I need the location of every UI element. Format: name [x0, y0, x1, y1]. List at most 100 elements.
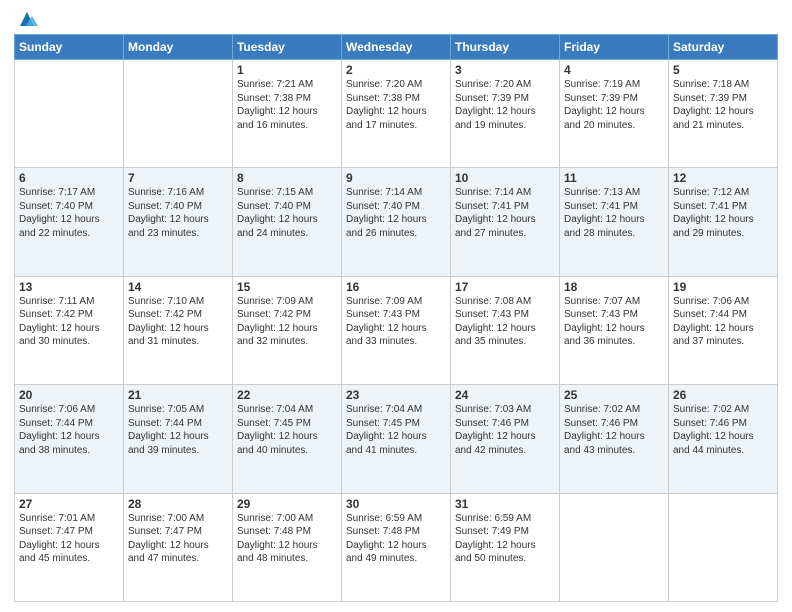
day-number: 5 [673, 63, 773, 77]
cell-text: Sunrise: 7:03 AMSunset: 7:46 PMDaylight:… [455, 403, 555, 457]
cell-text: Sunrise: 7:19 AMSunset: 7:39 PMDaylight:… [564, 78, 664, 132]
calendar-cell: 1Sunrise: 7:21 AMSunset: 7:38 PMDaylight… [233, 60, 342, 168]
calendar-header-thursday: Thursday [451, 35, 560, 60]
day-number: 25 [564, 388, 664, 402]
cell-text: Sunrise: 7:21 AMSunset: 7:38 PMDaylight:… [237, 78, 337, 132]
cell-text: Sunrise: 7:04 AMSunset: 7:45 PMDaylight:… [237, 403, 337, 457]
calendar-cell: 15Sunrise: 7:09 AMSunset: 7:42 PMDayligh… [233, 276, 342, 384]
calendar-cell [15, 60, 124, 168]
calendar-header-friday: Friday [560, 35, 669, 60]
calendar-cell: 5Sunrise: 7:18 AMSunset: 7:39 PMDaylight… [669, 60, 778, 168]
calendar-cell: 4Sunrise: 7:19 AMSunset: 7:39 PMDaylight… [560, 60, 669, 168]
calendar-cell: 14Sunrise: 7:10 AMSunset: 7:42 PMDayligh… [124, 276, 233, 384]
day-number: 16 [346, 280, 446, 294]
day-number: 24 [455, 388, 555, 402]
header [14, 10, 778, 28]
calendar-header-wednesday: Wednesday [342, 35, 451, 60]
day-number: 12 [673, 171, 773, 185]
calendar-header-row: SundayMondayTuesdayWednesdayThursdayFrid… [15, 35, 778, 60]
day-number: 30 [346, 497, 446, 511]
calendar-header-tuesday: Tuesday [233, 35, 342, 60]
calendar-cell: 23Sunrise: 7:04 AMSunset: 7:45 PMDayligh… [342, 385, 451, 493]
cell-text: Sunrise: 7:20 AMSunset: 7:39 PMDaylight:… [455, 78, 555, 132]
calendar-cell: 13Sunrise: 7:11 AMSunset: 7:42 PMDayligh… [15, 276, 124, 384]
calendar-week-1: 6Sunrise: 7:17 AMSunset: 7:40 PMDaylight… [15, 168, 778, 276]
day-number: 3 [455, 63, 555, 77]
cell-text: Sunrise: 7:02 AMSunset: 7:46 PMDaylight:… [564, 403, 664, 457]
cell-text: Sunrise: 7:04 AMSunset: 7:45 PMDaylight:… [346, 403, 446, 457]
cell-text: Sunrise: 7:08 AMSunset: 7:43 PMDaylight:… [455, 295, 555, 349]
calendar-cell [669, 493, 778, 601]
cell-text: Sunrise: 7:12 AMSunset: 7:41 PMDaylight:… [673, 186, 773, 240]
day-number: 1 [237, 63, 337, 77]
calendar-cell: 6Sunrise: 7:17 AMSunset: 7:40 PMDaylight… [15, 168, 124, 276]
calendar-header-saturday: Saturday [669, 35, 778, 60]
day-number: 6 [19, 171, 119, 185]
calendar-cell: 18Sunrise: 7:07 AMSunset: 7:43 PMDayligh… [560, 276, 669, 384]
calendar-cell: 10Sunrise: 7:14 AMSunset: 7:41 PMDayligh… [451, 168, 560, 276]
calendar-cell: 22Sunrise: 7:04 AMSunset: 7:45 PMDayligh… [233, 385, 342, 493]
cell-text: Sunrise: 7:13 AMSunset: 7:41 PMDaylight:… [564, 186, 664, 240]
calendar-cell: 16Sunrise: 7:09 AMSunset: 7:43 PMDayligh… [342, 276, 451, 384]
calendar-cell: 3Sunrise: 7:20 AMSunset: 7:39 PMDaylight… [451, 60, 560, 168]
calendar-cell: 27Sunrise: 7:01 AMSunset: 7:47 PMDayligh… [15, 493, 124, 601]
day-number: 4 [564, 63, 664, 77]
cell-text: Sunrise: 7:18 AMSunset: 7:39 PMDaylight:… [673, 78, 773, 132]
calendar-week-0: 1Sunrise: 7:21 AMSunset: 7:38 PMDaylight… [15, 60, 778, 168]
cell-text: Sunrise: 7:14 AMSunset: 7:40 PMDaylight:… [346, 186, 446, 240]
cell-text: Sunrise: 7:16 AMSunset: 7:40 PMDaylight:… [128, 186, 228, 240]
day-number: 14 [128, 280, 228, 294]
calendar-cell [124, 60, 233, 168]
cell-text: Sunrise: 7:06 AMSunset: 7:44 PMDaylight:… [19, 403, 119, 457]
cell-text: Sunrise: 7:10 AMSunset: 7:42 PMDaylight:… [128, 295, 228, 349]
day-number: 31 [455, 497, 555, 511]
day-number: 8 [237, 171, 337, 185]
calendar-cell: 24Sunrise: 7:03 AMSunset: 7:46 PMDayligh… [451, 385, 560, 493]
day-number: 10 [455, 171, 555, 185]
cell-text: Sunrise: 7:06 AMSunset: 7:44 PMDaylight:… [673, 295, 773, 349]
logo [14, 10, 38, 28]
day-number: 11 [564, 171, 664, 185]
calendar-week-2: 13Sunrise: 7:11 AMSunset: 7:42 PMDayligh… [15, 276, 778, 384]
calendar-week-3: 20Sunrise: 7:06 AMSunset: 7:44 PMDayligh… [15, 385, 778, 493]
cell-text: Sunrise: 7:09 AMSunset: 7:42 PMDaylight:… [237, 295, 337, 349]
calendar-cell [560, 493, 669, 601]
day-number: 20 [19, 388, 119, 402]
cell-text: Sunrise: 7:09 AMSunset: 7:43 PMDaylight:… [346, 295, 446, 349]
calendar-week-4: 27Sunrise: 7:01 AMSunset: 7:47 PMDayligh… [15, 493, 778, 601]
cell-text: Sunrise: 6:59 AMSunset: 7:49 PMDaylight:… [455, 512, 555, 566]
day-number: 17 [455, 280, 555, 294]
day-number: 21 [128, 388, 228, 402]
cell-text: Sunrise: 7:17 AMSunset: 7:40 PMDaylight:… [19, 186, 119, 240]
day-number: 22 [237, 388, 337, 402]
cell-text: Sunrise: 6:59 AMSunset: 7:48 PMDaylight:… [346, 512, 446, 566]
day-number: 19 [673, 280, 773, 294]
cell-text: Sunrise: 7:07 AMSunset: 7:43 PMDaylight:… [564, 295, 664, 349]
cell-text: Sunrise: 7:14 AMSunset: 7:41 PMDaylight:… [455, 186, 555, 240]
day-number: 18 [564, 280, 664, 294]
cell-text: Sunrise: 7:02 AMSunset: 7:46 PMDaylight:… [673, 403, 773, 457]
day-number: 2 [346, 63, 446, 77]
cell-text: Sunrise: 7:20 AMSunset: 7:38 PMDaylight:… [346, 78, 446, 132]
logo-icon [16, 8, 38, 30]
calendar-cell: 29Sunrise: 7:00 AMSunset: 7:48 PMDayligh… [233, 493, 342, 601]
calendar-cell: 21Sunrise: 7:05 AMSunset: 7:44 PMDayligh… [124, 385, 233, 493]
calendar-cell: 12Sunrise: 7:12 AMSunset: 7:41 PMDayligh… [669, 168, 778, 276]
calendar-cell: 28Sunrise: 7:00 AMSunset: 7:47 PMDayligh… [124, 493, 233, 601]
day-number: 7 [128, 171, 228, 185]
cell-text: Sunrise: 7:15 AMSunset: 7:40 PMDaylight:… [237, 186, 337, 240]
day-number: 13 [19, 280, 119, 294]
calendar-cell: 2Sunrise: 7:20 AMSunset: 7:38 PMDaylight… [342, 60, 451, 168]
cell-text: Sunrise: 7:11 AMSunset: 7:42 PMDaylight:… [19, 295, 119, 349]
day-number: 27 [19, 497, 119, 511]
calendar-cell: 25Sunrise: 7:02 AMSunset: 7:46 PMDayligh… [560, 385, 669, 493]
cell-text: Sunrise: 7:00 AMSunset: 7:47 PMDaylight:… [128, 512, 228, 566]
calendar-cell: 19Sunrise: 7:06 AMSunset: 7:44 PMDayligh… [669, 276, 778, 384]
day-number: 26 [673, 388, 773, 402]
day-number: 29 [237, 497, 337, 511]
calendar-cell: 9Sunrise: 7:14 AMSunset: 7:40 PMDaylight… [342, 168, 451, 276]
calendar-cell: 7Sunrise: 7:16 AMSunset: 7:40 PMDaylight… [124, 168, 233, 276]
day-number: 9 [346, 171, 446, 185]
page: SundayMondayTuesdayWednesdayThursdayFrid… [0, 0, 792, 612]
calendar-cell: 20Sunrise: 7:06 AMSunset: 7:44 PMDayligh… [15, 385, 124, 493]
